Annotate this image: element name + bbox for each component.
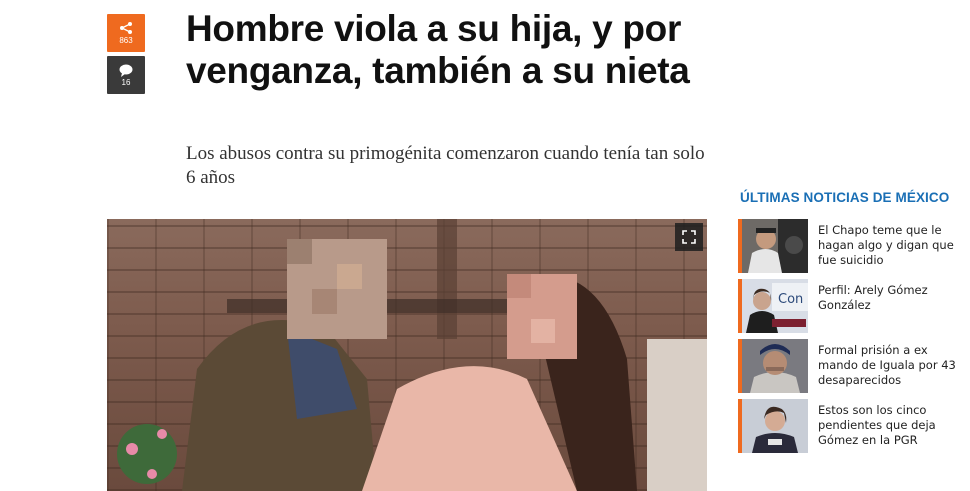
news-title[interactable]: Formal prisión a ex mando de Iguala por … <box>818 343 970 388</box>
news-item-arely[interactable]: Con Perfil: Arely Gómez González <box>738 279 970 337</box>
fullscreen-button[interactable] <box>675 223 703 251</box>
news-thumbnail[interactable]: Con <box>742 279 808 333</box>
share-count: 863 <box>119 36 133 45</box>
news-item-chapo[interactable]: El Chapo teme que le hagan algo y digan … <box>738 219 970 277</box>
article-photo <box>107 219 707 491</box>
news-thumbnail[interactable] <box>742 339 808 393</box>
news-item-pgr[interactable]: Estos son los cinco pendientes que deja … <box>738 399 970 457</box>
sidebar-heading[interactable]: ÚLTIMAS NOTICIAS DE MÉXICO <box>740 190 970 205</box>
latest-news-sidebar: ÚLTIMAS NOTICIAS DE MÉXICO El Chapo teme… <box>738 190 970 459</box>
comments-button[interactable]: 16 <box>107 56 145 94</box>
news-thumbnail[interactable] <box>742 399 808 453</box>
comment-bubble-icon <box>119 64 133 77</box>
expand-icon <box>682 230 696 244</box>
social-actions: 863 16 <box>107 14 145 94</box>
share-icon <box>120 22 132 34</box>
thumb-banner-text: Con <box>778 292 803 307</box>
news-item-iguala[interactable]: Formal prisión a ex mando de Iguala por … <box>738 339 970 397</box>
news-title[interactable]: Estos son los cinco pendientes que deja … <box>818 403 970 448</box>
news-title[interactable]: El Chapo teme que le hagan algo y digan … <box>818 223 970 268</box>
news-title[interactable]: Perfil: Arely Gómez González <box>818 283 970 313</box>
article-subtitle: Los abusos contra su primogénita comenza… <box>186 143 705 188</box>
article-title: Hombre viola a su hija, y por venganza, … <box>186 8 690 91</box>
share-button[interactable]: 863 <box>107 14 145 52</box>
photo-illustration <box>117 219 707 491</box>
news-thumbnail[interactable] <box>742 219 808 273</box>
comment-count: 16 <box>121 77 131 87</box>
